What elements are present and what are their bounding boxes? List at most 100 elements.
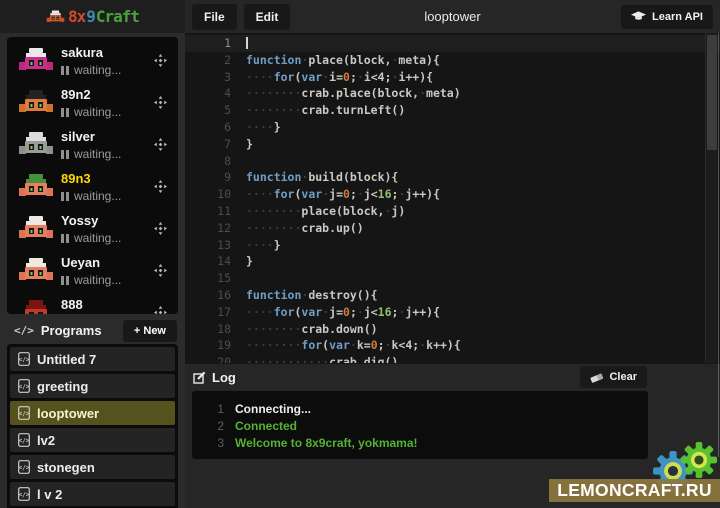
log-message: Connecting...: [235, 402, 311, 416]
text-cursor: [246, 37, 248, 49]
program-item[interactable]: </> stonegen: [10, 455, 175, 479]
code-line: 13····}: [185, 237, 720, 254]
line-number: 7: [185, 136, 231, 153]
locate-player-button[interactable]: [154, 180, 167, 198]
program-item[interactable]: </> looptower: [10, 401, 175, 425]
locate-player-button[interactable]: [154, 264, 167, 282]
locate-player-button[interactable]: [154, 138, 167, 156]
svg-text:</>: </>: [19, 356, 30, 363]
crab-avatar-icon: [18, 173, 54, 200]
log-line-number: 3: [192, 436, 224, 450]
svg-text:</>: </>: [19, 437, 30, 444]
player-avatar: [18, 215, 54, 247]
player-row[interactable]: Ueyan waiting...: [7, 252, 178, 294]
code-line: 18········crab.down(): [185, 321, 720, 338]
line-number: 6: [185, 119, 231, 136]
code-editor[interactable]: 12function·place(block,·meta){3····for(v…: [185, 33, 720, 363]
pause-icon: [61, 66, 69, 75]
code-line: 7}: [185, 136, 720, 153]
app-logo: 8x 9 Craft: [0, 0, 185, 33]
code-line: 19········for(var·k=0;·k<4;·k++){: [185, 337, 720, 354]
log-line-number: 2: [192, 419, 224, 433]
pause-icon: [61, 150, 69, 159]
player-status: waiting...: [61, 147, 121, 161]
log-list: 1 Connecting...2 Connected3 Welcome to 8…: [192, 391, 648, 459]
line-number: 20: [185, 354, 231, 363]
line-number: 16: [185, 287, 231, 304]
crab-avatar-icon: [18, 257, 54, 284]
clear-log-button[interactable]: Clear: [580, 366, 647, 388]
player-avatar: [18, 131, 54, 163]
locate-player-button[interactable]: [154, 96, 167, 114]
svg-text:</>: </>: [19, 491, 30, 498]
player-name: 89n2: [61, 87, 91, 102]
programs-title: Programs: [41, 323, 102, 338]
line-number: 17: [185, 304, 231, 321]
player-name: 89n3: [61, 171, 91, 186]
line-number: 3: [185, 69, 231, 86]
player-row[interactable]: sakura waiting...: [7, 42, 178, 84]
program-item-label: looptower: [37, 406, 99, 421]
log-line-number: 1: [192, 402, 224, 416]
code-line: 6····}: [185, 119, 720, 136]
code-line: 8: [185, 153, 720, 170]
svg-text:</>: </>: [19, 383, 30, 390]
locate-player-button[interactable]: [154, 222, 167, 240]
logo-text-8x: 8x: [68, 7, 85, 26]
line-number: 8: [185, 153, 231, 170]
graduation-cap-icon: [631, 11, 646, 22]
player-row[interactable]: 888 waiting...: [7, 294, 178, 314]
locate-crosshair-icon: [154, 180, 167, 193]
eraser-icon: [590, 372, 603, 383]
locate-player-button[interactable]: [154, 54, 167, 72]
player-row[interactable]: 89n3 waiting...: [7, 168, 178, 210]
line-number: 1: [185, 35, 231, 52]
player-avatar: [18, 173, 54, 205]
player-avatar: [18, 299, 54, 314]
menu-file-button[interactable]: File: [192, 4, 237, 30]
line-number: 18: [185, 321, 231, 338]
pause-icon: [61, 108, 69, 117]
locate-crosshair-icon: [154, 138, 167, 151]
program-item[interactable]: </> greeting: [10, 374, 175, 398]
crab-avatar-icon: [18, 89, 54, 116]
pause-icon: [61, 276, 69, 285]
new-program-button[interactable]: + New: [123, 320, 177, 342]
code-line: 1: [185, 35, 720, 52]
log-entry: 1 Connecting...: [192, 400, 648, 417]
pause-icon: [61, 192, 69, 201]
code-line: 14}: [185, 253, 720, 270]
line-number: 10: [185, 186, 231, 203]
code-line: 4········crab.place(block,·meta): [185, 85, 720, 102]
sidebar: sakura waiting... 89n2 waiting... silver…: [0, 33, 185, 508]
player-row[interactable]: silver waiting...: [7, 126, 178, 168]
player-row[interactable]: 89n2 waiting...: [7, 84, 178, 126]
learn-api-button[interactable]: Learn API: [621, 5, 713, 29]
line-number: 12: [185, 220, 231, 237]
player-name: Yossy: [61, 213, 98, 228]
player-status: waiting...: [61, 63, 121, 77]
program-file-icon: </>: [18, 460, 30, 474]
editor-scrollbar-thumb[interactable]: [707, 35, 717, 150]
program-item[interactable]: </> Untitled 7: [10, 347, 175, 371]
player-row[interactable]: Yossy waiting...: [7, 210, 178, 252]
line-number: 2: [185, 52, 231, 69]
clear-log-label: Clear: [609, 371, 637, 383]
code-lines: 12function·place(block,·meta){3····for(v…: [185, 33, 720, 363]
code-line: 20············crab.dig(): [185, 354, 720, 363]
log-message: Connected: [235, 419, 297, 433]
top-menubar: 8x 9 Craft looptower File Edit Learn API: [0, 0, 720, 33]
editor-scrollbar[interactable]: [705, 33, 717, 363]
code-line: 3····for(var·i=0;·i<4;·i++){: [185, 69, 720, 86]
gear-icon-green: [680, 441, 718, 479]
program-item[interactable]: </> l v 2: [10, 482, 175, 506]
code-line: 5········crab.turnLeft(): [185, 102, 720, 119]
logo-text-craft: Craft: [96, 7, 139, 26]
log-entry: 3 Welcome to 8x9craft, yokmama!: [192, 434, 648, 451]
log-message: Welcome to 8x9craft, yokmama!: [235, 436, 418, 450]
player-avatar: [18, 89, 54, 121]
player-avatar: [18, 257, 54, 289]
menu-edit-button[interactable]: Edit: [244, 4, 291, 30]
program-item[interactable]: </> lv2: [10, 428, 175, 452]
locate-player-button[interactable]: [154, 306, 167, 314]
